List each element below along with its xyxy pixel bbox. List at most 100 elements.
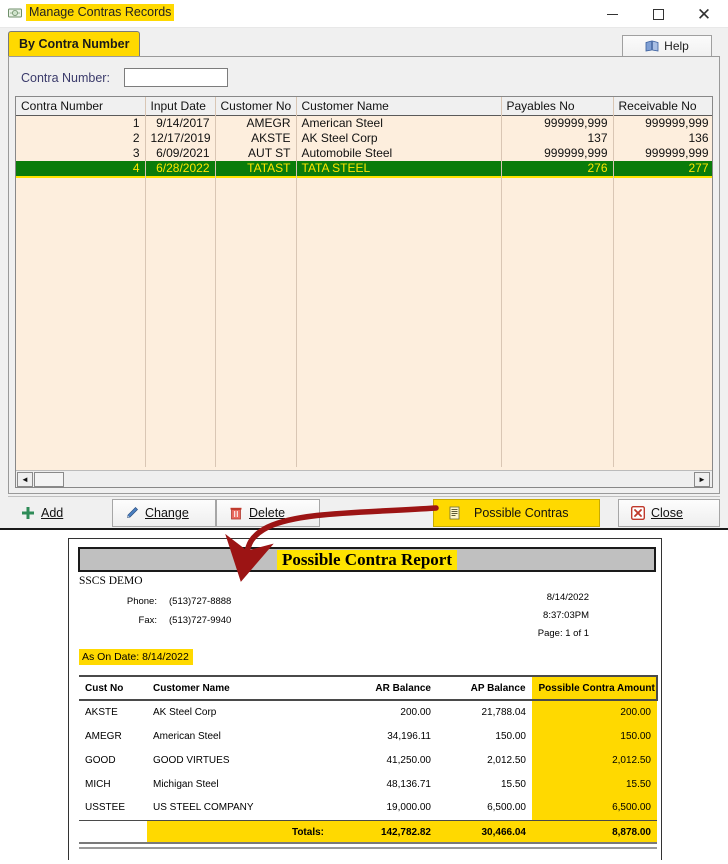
cell-payables-no: 137 — [501, 130, 614, 146]
change-button[interactable]: Change — [112, 499, 216, 527]
close-button[interactable]: Close — [618, 499, 720, 527]
report-cell-ar-balance: 19,000.00 — [386, 802, 432, 814]
report-cell-ar-balance: 41,250.00 — [386, 754, 432, 766]
cell-contra-number: 2 — [16, 130, 146, 146]
contra-number-label: Contra Number: — [21, 70, 110, 85]
report-totals-row: Totals: 142,782.82 30,466.04 8,878.00 — [79, 819, 657, 844]
table-row[interactable]: 1 9/14/2017 AMEGR American Steel 999999,… — [16, 115, 712, 131]
cell-payables-no: 999999,999 — [501, 145, 614, 161]
cell-customer-no: AUT ST — [215, 145, 297, 161]
report-title: Possible Contra Report — [277, 549, 457, 570]
scrollbar-thumb[interactable] — [34, 471, 64, 487]
cell-customer-no: TATAST — [215, 160, 297, 177]
report-cell-possible-contra-amount: 15.50 — [532, 772, 657, 796]
table-row[interactable]: 2 12/17/2019 AKSTE AK Steel Corp 137 136 — [16, 130, 712, 146]
report-cell-possible-contra-amount: 2,012.50 — [532, 748, 657, 772]
report-cell-ap-balance: 6,500.00 — [487, 802, 526, 814]
grid-col-receivable-no[interactable]: Receivable No — [613, 97, 712, 116]
cell-payables-no: 276 — [501, 160, 614, 177]
contras-grid-table: Contra Number Input Date Customer No Cus… — [16, 97, 712, 178]
add-button[interactable]: Add — [8, 499, 112, 527]
grid-col-payables-no[interactable]: Payables No — [501, 97, 614, 116]
report-row: AMEGR American Steel 34,196.11 150.00 15… — [79, 724, 657, 748]
grid-col-customer-no[interactable]: Customer No — [215, 97, 297, 116]
minimize-icon — [606, 13, 618, 15]
grid-header-row: Contra Number Input Date Customer No Cus… — [16, 97, 712, 116]
report-row: AKSTE AK Steel Corp 200.00 21,788.04 200… — [79, 700, 657, 724]
tab-strip: By Contra Number Help — [8, 31, 720, 57]
report-cell-cust-no: AMEGR — [85, 730, 122, 742]
window-titlebar: Manage Contras Records ✕ — [0, 0, 728, 28]
report-phone-row: Phone: (513)727-8888 — [79, 596, 249, 610]
table-row[interactable]: 3 6/09/2021 AUT ST Automobile Steel 9999… — [16, 145, 712, 161]
grid-col-contra-number[interactable]: Contra Number — [16, 97, 146, 116]
report-fax-value: (513)727-9940 — [169, 615, 232, 626]
report-cell-cust-no: USSTEE — [85, 802, 126, 814]
report-totals-possible-contra-amount: 8,878.00 — [532, 819, 657, 844]
report-footer-rule-1 — [79, 842, 657, 844]
report-cell-cust-no: AKSTE — [85, 707, 118, 718]
grid-col-customer-name[interactable]: Customer Name — [296, 97, 502, 116]
cell-input-date: 12/17/2019 — [145, 130, 216, 146]
grid-horizontal-scrollbar[interactable]: ◄ ► — [16, 470, 712, 487]
delete-button[interactable]: Delete — [216, 499, 320, 527]
window-title: Manage Contras Records — [26, 4, 175, 21]
cell-customer-no: AKSTE — [215, 130, 297, 146]
minimize-button[interactable] — [589, 0, 635, 28]
report-date: 8/14/2022 — [546, 592, 589, 603]
cell-contra-number: 4 — [16, 160, 146, 177]
client-area: By Contra Number Help Contra Number: Con… — [0, 28, 728, 528]
cell-receivable-no: 999999,999 — [613, 145, 712, 161]
cell-customer-name: TATA STEEL — [296, 160, 502, 177]
report-cell-possible-contra-amount: 6,500.00 — [532, 796, 657, 820]
possible-contras-button[interactable]: Possible Contras — [433, 499, 600, 527]
report-cell-customer-name: Michigan Steel — [153, 778, 219, 790]
close-window-button[interactable]: ✕ — [681, 0, 727, 28]
cell-receivable-no: 277 — [613, 160, 712, 177]
cell-payables-no: 999999,999 — [501, 115, 614, 131]
cell-input-date: 9/14/2017 — [145, 115, 216, 131]
trash-icon — [229, 506, 243, 520]
plus-icon — [21, 506, 35, 520]
close-x-icon — [630, 505, 646, 521]
pencil-icon — [125, 506, 139, 520]
tab-by-contra-number[interactable]: By Contra Number — [8, 31, 141, 57]
cell-customer-name: AK Steel Corp — [296, 130, 502, 146]
report-cell-ap-balance: 15.50 — [500, 778, 526, 790]
report-totals-ar-balance: 142,782.82 — [334, 819, 437, 844]
contra-number-input[interactable] — [123, 68, 228, 87]
report-cell-cust-no: GOOD — [85, 754, 116, 766]
close-label: Close — [651, 506, 683, 520]
scroll-left-arrow-icon[interactable]: ◄ — [17, 471, 33, 487]
report-cell-ar-balance: 34,196.11 — [387, 730, 431, 742]
cell-receivable-no: 136 — [613, 130, 712, 146]
contras-grid: Contra Number Input Date Customer No Cus… — [15, 96, 713, 488]
report-cell-customer-name: American Steel — [153, 730, 221, 742]
cell-contra-number: 3 — [16, 145, 146, 161]
report-col-possible-contra-amount: Possible Contra Amount — [531, 675, 658, 701]
report-fax-row: Fax: (513)727-9940 — [79, 615, 249, 629]
help-button[interactable]: Help — [622, 35, 712, 57]
scroll-right-arrow-icon[interactable]: ► — [694, 471, 710, 487]
table-row-selected[interactable]: 4 6/28/2022 TATAST TATA STEEL 276 277 — [16, 160, 712, 177]
cell-contra-number: 1 — [16, 115, 146, 131]
report-cell-ap-balance: 2,012.50 — [487, 754, 526, 766]
report-panel: Possible Contra Report SSCS DEMO Phone: … — [0, 528, 728, 864]
report-page-number: Page: 1 of 1 — [537, 628, 589, 639]
tab-page: Contra Number: Contra Number Input Date … — [8, 56, 720, 494]
report-list-icon — [448, 506, 462, 520]
delete-label: Delete — [249, 506, 286, 520]
maximize-button[interactable] — [635, 0, 681, 28]
grid-col-input-date[interactable]: Input Date — [145, 97, 216, 116]
maximize-icon — [652, 8, 664, 20]
report-col-ar-balance: AR Balance — [334, 675, 437, 701]
report-footer-rule-2 — [79, 847, 657, 849]
report-totals-ap-balance: 30,466.04 — [437, 819, 532, 844]
book-icon — [645, 40, 659, 52]
report-row: MICH Michigan Steel 48,136.71 15.50 15.5… — [79, 772, 657, 796]
report-col-ap-balance: AP Balance — [437, 675, 532, 701]
report-cell-customer-name: GOOD VIRTUES — [153, 754, 230, 766]
report-cell-possible-contra-amount: 150.00 — [532, 724, 657, 748]
report-cell-possible-contra-amount: 200.00 — [532, 700, 657, 724]
report-cell-ar-balance: 48,136.71 — [386, 778, 432, 790]
